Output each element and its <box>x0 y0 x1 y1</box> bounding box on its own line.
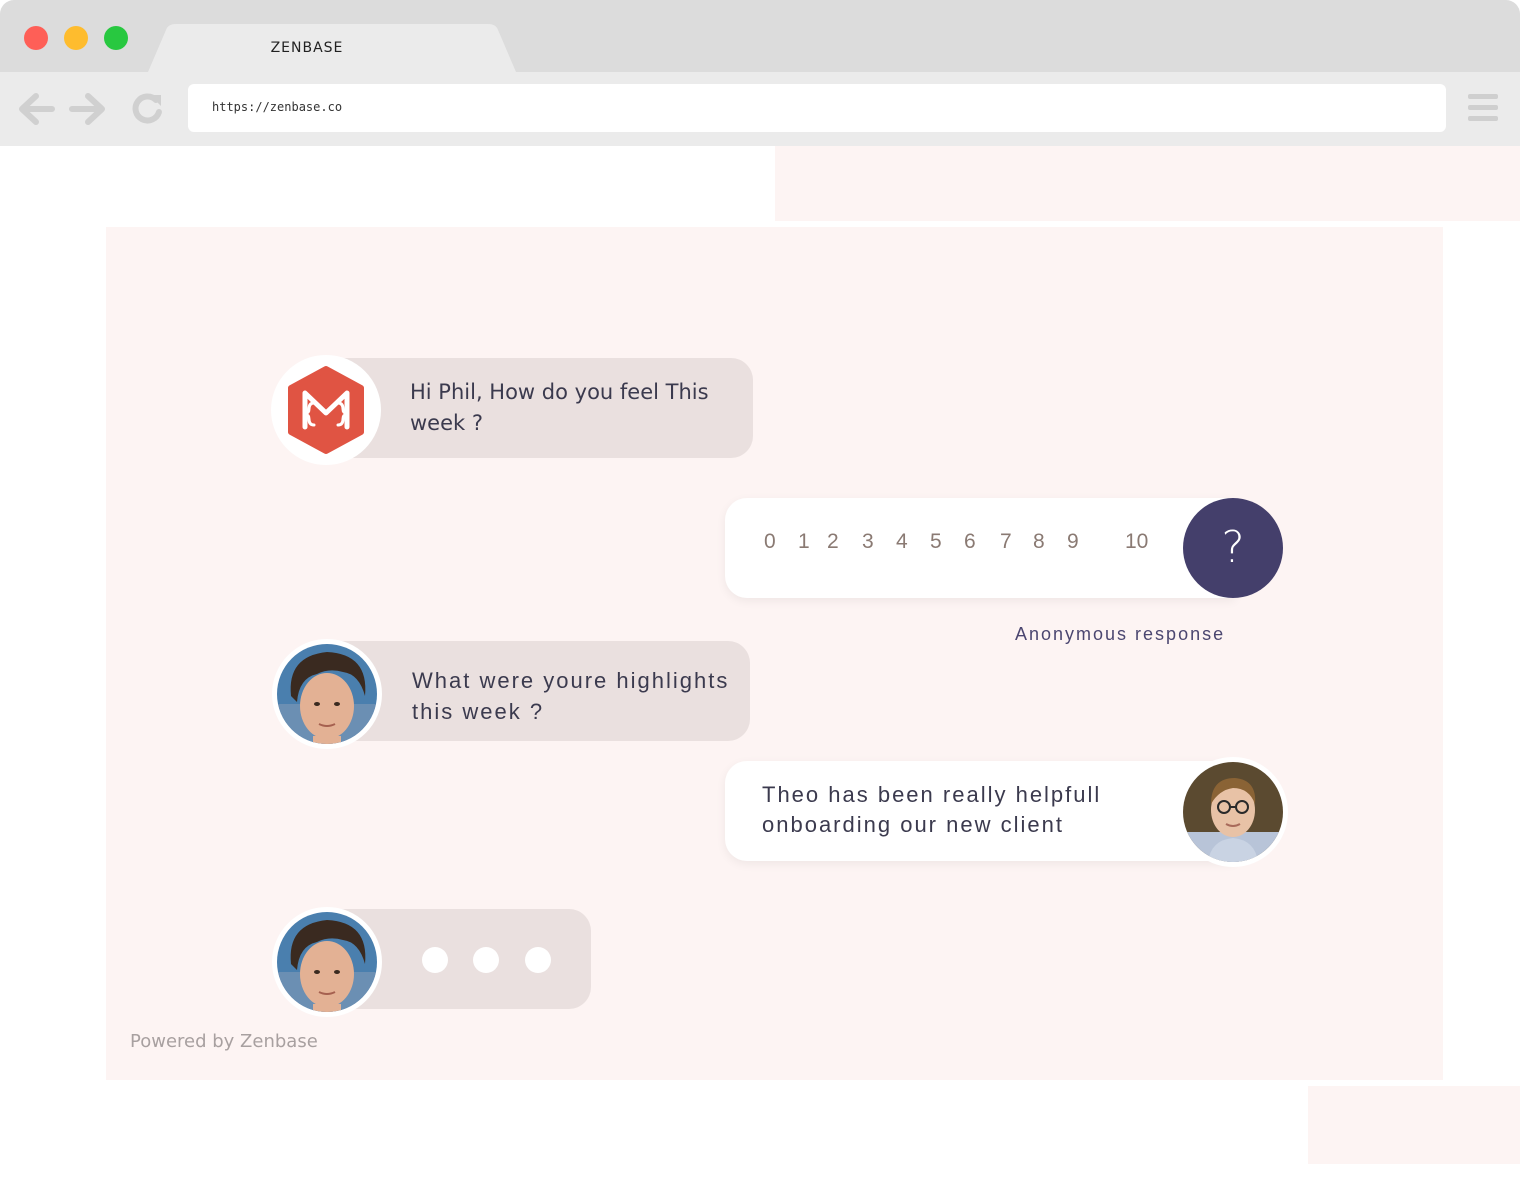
bot-question-text: Hi Phil, How do you feel This week ? <box>410 380 709 435</box>
anonymous-question-button[interactable]: ? <box>1183 498 1283 598</box>
phil-avatar-typing <box>272 907 382 1017</box>
rating-option-1[interactable]: 1 <box>798 530 810 554</box>
phil-avatar <box>272 639 382 749</box>
browser-titlebar: ZENBASE <box>0 0 1520 72</box>
rating-option-5[interactable]: 5 <box>930 530 942 554</box>
theo-avatar <box>1178 757 1288 867</box>
reload-button[interactable] <box>128 92 168 126</box>
rating-option-0[interactable]: 0 <box>764 530 776 554</box>
arrow-right-icon <box>69 93 105 125</box>
reply-text-line-2: onboarding our new client <box>762 812 1064 837</box>
maximize-window-button[interactable] <box>104 26 128 50</box>
rating-option-10[interactable]: 10 <box>1125 530 1148 554</box>
rating-option-2[interactable]: 2 <box>827 530 839 554</box>
arrow-left-icon <box>19 93 55 125</box>
back-button[interactable] <box>16 92 56 126</box>
anonymous-response-label: Anonymous response <box>1015 624 1226 644</box>
highlights-question-text: What were youre highlights this week ? <box>412 668 730 724</box>
theo-avatar-image <box>1183 762 1283 862</box>
phil-avatar-image <box>277 912 377 1012</box>
rating-option-8[interactable]: 8 <box>1033 530 1045 554</box>
typing-dot-2 <box>473 947 499 973</box>
rating-option-6[interactable]: 6 <box>964 530 976 554</box>
reload-icon <box>132 93 162 124</box>
powered-by-link[interactable]: Powered by Zenbase <box>130 1031 318 1052</box>
minimize-window-button[interactable] <box>64 26 88 50</box>
decorative-block-bottom <box>1308 1086 1520 1164</box>
hamburger-menu-icon[interactable] <box>1466 92 1500 124</box>
reply-text-line-1: Theo has been really helpfull <box>762 782 1102 807</box>
phil-avatar-image <box>277 644 377 744</box>
rating-option-4[interactable]: 4 <box>896 530 908 554</box>
typing-dot-1 <box>422 947 448 973</box>
rating-option-3[interactable]: 3 <box>862 530 874 554</box>
rating-option-7[interactable]: 7 <box>1000 530 1012 554</box>
tab-title: ZENBASE <box>270 40 344 56</box>
decorative-block-top <box>775 146 1520 221</box>
reply-text: Theo has been really helpfull onboarding… <box>762 780 1162 840</box>
close-window-button[interactable] <box>24 26 48 50</box>
url-text: https://zenbase.co <box>212 100 343 114</box>
rating-option-9[interactable]: 9 <box>1067 530 1079 554</box>
typing-dot-3 <box>525 947 551 973</box>
address-bar[interactable]: https://zenbase.co <box>188 84 1446 132</box>
rating-scale: 0 1 2 3 4 5 6 7 8 9 10 <box>760 530 1180 562</box>
zenbase-logo-avatar <box>271 355 381 465</box>
forward-button[interactable] <box>68 92 108 126</box>
zenbase-logo-icon <box>288 366 364 454</box>
browser-tab[interactable]: ZENBASE <box>148 24 516 72</box>
